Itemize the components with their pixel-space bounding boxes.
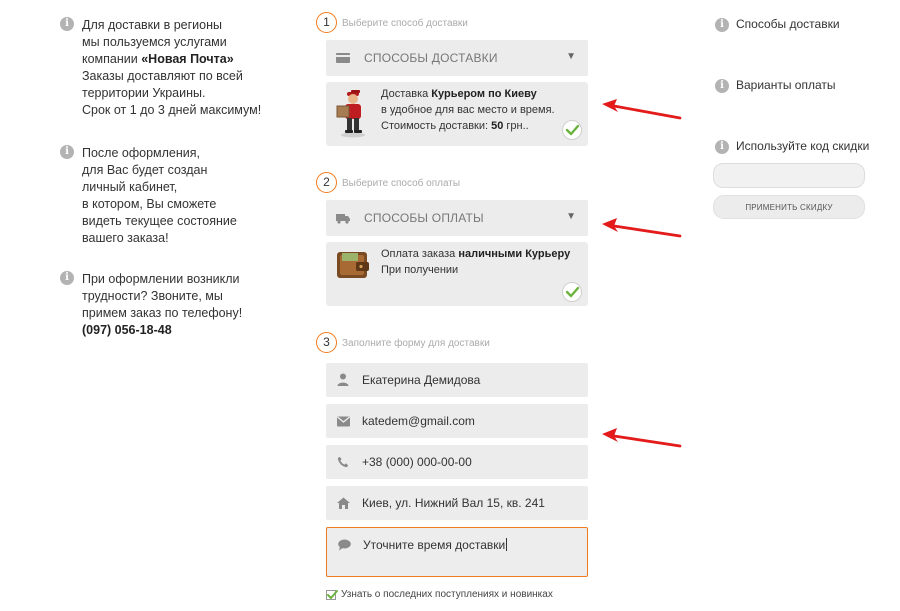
address-value: Киев, ул. Нижний Вал 15, кв. 241 <box>362 496 545 510</box>
payment-option-cash[interactable]: Оплата заказа наличными Курьеру При полу… <box>326 242 588 306</box>
delivery-option-line2: в удобное для вас место и время. <box>381 104 555 116</box>
red-arrow-delivery-icon <box>602 99 682 120</box>
delivery-option-bold: Курьером по Киеву <box>431 88 537 100</box>
comment-textarea[interactable]: Уточните время доставки <box>326 527 588 577</box>
info-line: для Вас будет создан <box>82 163 208 177</box>
text-cursor <box>506 538 508 551</box>
info-icon: i <box>715 79 729 93</box>
info-line: вашего заказа! <box>82 231 169 245</box>
discount-label: Используйте код скидки <box>736 139 870 153</box>
chevron-down-icon: ▼ <box>566 51 576 62</box>
phone-icon <box>337 455 349 473</box>
name-value: Екатерина Демидова <box>362 373 481 387</box>
email-value: katedem@gmail.com <box>362 414 475 428</box>
step-2-number: 2 <box>316 172 337 193</box>
phone-field[interactable]: +38 (000) 000-00-00 <box>326 445 588 479</box>
info-line: в котором, Вы сможете <box>82 197 217 211</box>
apply-discount-button[interactable]: ПРИМЕНИТЬ СКИДКУ <box>713 195 865 219</box>
payment-method-select[interactable]: СПОСОБЫ ОПЛАТЫ ▼ <box>326 200 588 236</box>
red-arrow-payment-icon <box>602 218 682 238</box>
info-icon: i <box>60 145 74 159</box>
step-1-number: 1 <box>316 12 337 33</box>
info-icon: i <box>60 17 74 31</box>
courier-icon <box>333 88 373 143</box>
user-icon <box>337 373 349 391</box>
delivery-methods-link[interactable]: Способы доставки <box>736 17 840 31</box>
red-arrow-form-icon <box>602 428 682 448</box>
delivery-select-label: СПОСОБЫ ДОСТАВКИ <box>364 51 498 65</box>
step-3-number: 3 <box>316 332 337 353</box>
wallet-icon <box>334 250 372 287</box>
info-line: Для доставки в регионы <box>82 18 222 32</box>
payment-option-text: Оплата заказа <box>381 248 459 260</box>
info-line: личный кабинет, <box>82 180 178 194</box>
step-1-label: Выберите способ доставки <box>342 18 468 29</box>
info-line: территории Украины. <box>82 86 206 100</box>
card-icon <box>336 51 350 69</box>
delivery-option-courier[interactable]: Доставка Курьером по Киеву в удобное для… <box>326 82 588 146</box>
info-line: компании <box>82 52 142 66</box>
payment-options-link[interactable]: Варианты оплаты <box>736 78 836 92</box>
discount-code-input[interactable] <box>713 163 865 188</box>
info-line: мы пользуемся услугами <box>82 35 227 49</box>
info-phone: (097) 056-18-48 <box>82 323 172 337</box>
payment-option-line2: При получении <box>381 264 459 276</box>
check-icon <box>562 120 582 140</box>
step-3-label: Заполните форму для доставки <box>342 338 490 349</box>
payment-select-label: СПОСОБЫ ОПЛАТЫ <box>364 211 484 225</box>
delivery-option-text: Доставка <box>381 88 432 100</box>
info-line: Срок от 1 до 3 дней максимум! <box>82 103 262 117</box>
info-line: После оформления, <box>82 146 201 160</box>
info-line: При оформлении возникли <box>82 272 240 286</box>
address-field[interactable]: Киев, ул. Нижний Вал 15, кв. 241 <box>326 486 588 520</box>
delivery-method-select[interactable]: СПОСОБЫ ДОСТАВКИ ▼ <box>326 40 588 76</box>
comment-value: Уточните время доставки <box>363 538 506 552</box>
step-2-label: Выберите способ оплаты <box>342 178 461 189</box>
info-icon: i <box>715 140 729 154</box>
home-icon <box>337 496 350 514</box>
payment-option-bold: наличными Курьеру <box>458 248 571 260</box>
name-field[interactable]: Екатерина Демидова <box>326 363 588 397</box>
phone-value: +38 (000) 000-00-00 <box>362 455 472 469</box>
check-icon <box>562 282 582 302</box>
info-icon: i <box>715 18 729 32</box>
truck-icon <box>336 211 350 229</box>
envelope-icon <box>337 414 350 432</box>
info-icon: i <box>60 271 74 285</box>
info-line: трудности? Звоните, мы <box>82 289 223 303</box>
delivery-cost-label: Стоимость доставки: <box>381 120 492 132</box>
chevron-down-icon: ▼ <box>566 211 576 222</box>
info-company: «Новая Почта» <box>141 52 234 66</box>
delivery-cost-currency: грн.. <box>503 120 529 132</box>
info-line: примем заказ по телефону! <box>82 306 243 320</box>
delivery-cost-value: 50 <box>491 120 504 132</box>
info-line: видеть текущее состояние <box>82 214 237 228</box>
email-field[interactable]: katedem@gmail.com <box>326 404 588 438</box>
speech-bubble-icon <box>338 538 351 556</box>
info-line: Заказы доставляют по всей <box>82 69 243 83</box>
newsletter-label: Узнать о последних поступлениях и новинк… <box>341 589 553 600</box>
newsletter-checkbox[interactable] <box>326 590 338 600</box>
